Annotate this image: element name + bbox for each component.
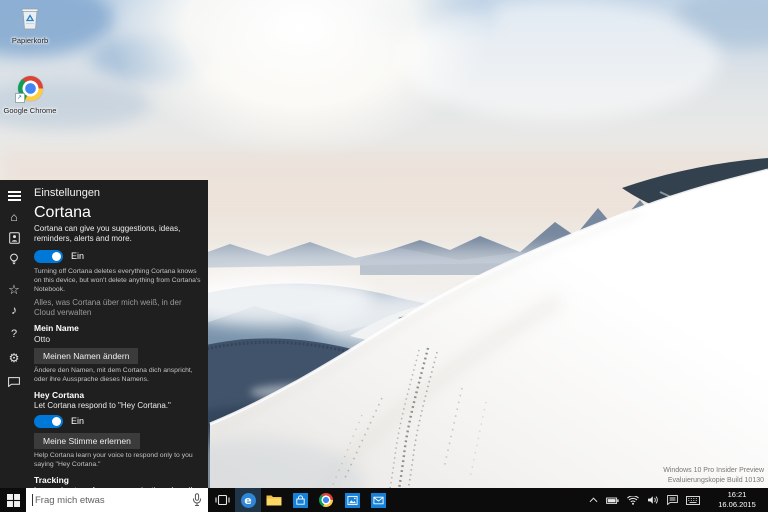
edge-icon: e	[241, 493, 256, 508]
taskbar-app-edge[interactable]: e	[235, 488, 261, 512]
chrome-icon	[319, 493, 333, 507]
hey-cortana-toggle-state: Ein	[71, 416, 84, 426]
volume-button[interactable]	[647, 495, 659, 505]
sidebar-item-feedback[interactable]	[5, 374, 23, 390]
taskbar-app-mail[interactable]	[365, 488, 391, 512]
desktop-icon-recycle-bin[interactable]: Papierkorb	[0, 5, 60, 46]
cortana-settings-content: Einstellungen Cortana Cortana can give y…	[34, 180, 202, 488]
show-hidden-icons-button[interactable]	[589, 497, 598, 503]
cortana-toggle[interactable]	[34, 250, 63, 263]
chrome-icon: ↗	[18, 76, 43, 101]
action-center-button[interactable]	[667, 495, 678, 505]
taskbar-app-photos[interactable]	[339, 488, 365, 512]
cortana-toggle-state: Ein	[71, 251, 84, 261]
cortana-off-warning: Turning off Cortana deletes everything C…	[34, 268, 202, 294]
keyboard-icon	[686, 496, 700, 505]
sidebar-item-settings[interactable]: ⚙	[5, 350, 23, 366]
search-input[interactable]: Frag mich etwas	[26, 488, 208, 512]
tracking-label: Tracking	[34, 475, 202, 485]
home-icon: ⌂	[10, 211, 17, 223]
wifi-icon	[627, 496, 639, 505]
touch-keyboard-button[interactable]	[686, 496, 700, 505]
my-name-value: Otto	[34, 334, 202, 344]
text-cursor	[32, 494, 33, 506]
file-explorer-icon	[266, 494, 282, 506]
clock-date: 16.06.2015	[712, 500, 762, 510]
change-name-description: Ändere den Namen, mit dem Cortana dich a…	[34, 367, 202, 385]
sidebar-item-music[interactable]: ♪	[5, 302, 23, 318]
change-name-button[interactable]: Meinen Namen ändern	[34, 348, 138, 364]
chevron-up-icon	[589, 497, 598, 503]
clock[interactable]: 16:21 16.06.2015	[712, 490, 762, 510]
star-icon: ☆	[8, 283, 20, 296]
speaker-icon	[647, 495, 659, 505]
taskbar-app-chrome[interactable]	[313, 488, 339, 512]
insider-watermark: Windows 10 Pro Insider Preview Evaluieru…	[663, 466, 764, 486]
cortana-sidebar: ⌂ ☆ ♪ ?	[0, 180, 28, 488]
sidebar-item-help[interactable]: ?	[5, 326, 23, 342]
network-status-button[interactable]	[627, 496, 639, 505]
watermark-line2: Evaluierungskopie Build 10130	[663, 476, 764, 486]
hey-cortana-toggle-row: Ein	[34, 414, 202, 428]
photos-icon	[345, 493, 360, 508]
start-button[interactable]	[0, 488, 26, 512]
gear-icon: ⚙	[9, 352, 20, 364]
battery-icon	[606, 496, 619, 505]
notebook-icon	[9, 232, 20, 244]
cortana-settings-panel: ⌂ ☆ ♪ ?	[0, 180, 208, 488]
lightbulb-icon	[9, 253, 19, 266]
taskbar: Frag mich etwas e	[0, 488, 768, 512]
sidebar-item-reminders[interactable]: ☆	[5, 281, 23, 297]
sidebar-item-ideas[interactable]	[5, 251, 23, 267]
hamburger-menu-button[interactable]	[5, 188, 23, 204]
hey-cortana-description: Let Cortana respond to "Hey Cortana."	[34, 401, 202, 411]
action-center-icon	[667, 495, 678, 505]
learn-voice-button[interactable]: Meine Stimme erlernen	[34, 433, 140, 449]
hey-cortana-toggle[interactable]	[34, 415, 63, 428]
task-view-icon	[215, 494, 230, 506]
microphone-icon[interactable]	[192, 493, 202, 507]
panel-header: Einstellungen	[34, 187, 202, 199]
desktop-icon-label: Papierkorb	[0, 37, 60, 46]
my-name-label: Mein Name	[34, 323, 202, 333]
hey-cortana-label: Hey Cortana	[34, 390, 202, 400]
learn-voice-description: Help Cortana learn your voice to respond…	[34, 452, 202, 470]
feedback-bubble-icon	[8, 377, 20, 387]
shortcut-arrow-icon: ↗	[15, 93, 25, 103]
cortana-intro-text: Cortana can give you suggestions, ideas,…	[34, 224, 202, 244]
clock-time: 16:21	[712, 490, 762, 500]
hamburger-icon	[8, 191, 21, 201]
music-note-icon: ♪	[11, 304, 17, 316]
cortana-toggle-row: Ein	[34, 249, 202, 263]
recycle-bin-icon	[19, 5, 41, 31]
taskbar-app-file-explorer[interactable]	[261, 488, 287, 512]
battery-status-button[interactable]	[606, 496, 619, 505]
manage-cloud-link[interactable]: Alles, was Cortana über mich weiß, in de…	[34, 298, 202, 318]
sidebar-item-notebook[interactable]	[5, 230, 23, 246]
mail-icon	[371, 493, 386, 508]
windows-logo-icon	[7, 494, 20, 507]
watermark-line1: Windows 10 Pro Insider Preview	[663, 466, 764, 476]
search-placeholder: Frag mich etwas	[35, 495, 105, 506]
desktop: Papierkorb ↗ Google Chrome Windows 10 Pr…	[0, 0, 768, 512]
taskbar-apps: e	[209, 488, 391, 512]
desktop-icon-google-chrome[interactable]: ↗ Google Chrome	[0, 76, 60, 116]
taskbar-app-store[interactable]	[287, 488, 313, 512]
store-icon	[293, 493, 308, 508]
toggle-knob	[52, 417, 61, 426]
task-view-button[interactable]	[209, 488, 235, 512]
sidebar-item-home[interactable]: ⌂	[5, 209, 23, 225]
panel-title: Cortana	[34, 204, 202, 222]
desktop-icon-label: Google Chrome	[0, 107, 60, 116]
toggle-knob	[52, 252, 61, 261]
help-icon: ?	[11, 329, 17, 340]
system-tray: 16:21 16.06.2015	[589, 490, 768, 510]
